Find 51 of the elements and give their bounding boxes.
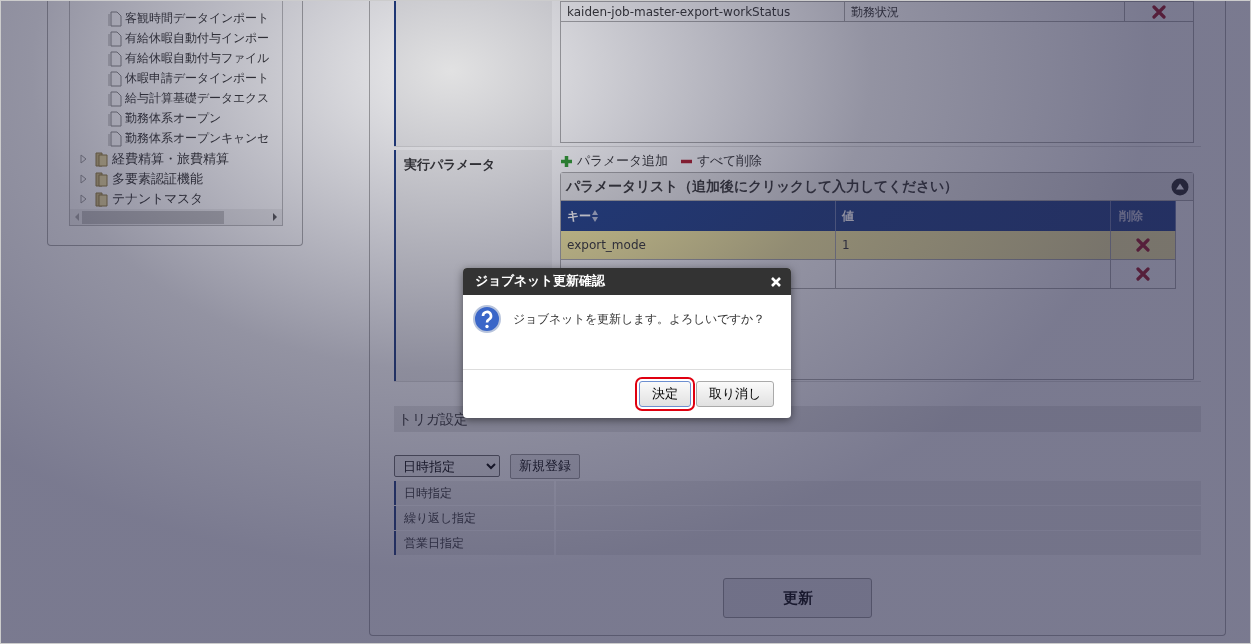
delete-icon[interactable] bbox=[1136, 238, 1150, 252]
tree-item[interactable]: 給与計算基礎データエクス bbox=[125, 90, 269, 108]
document-icon bbox=[108, 91, 122, 107]
plus-icon bbox=[560, 154, 573, 168]
field-label: 日時指定 bbox=[394, 480, 554, 505]
document-icon bbox=[108, 11, 122, 27]
expand-icon[interactable] bbox=[78, 174, 88, 184]
add-parameter-link[interactable]: パラメータ追加 bbox=[560, 151, 668, 171]
expand-icon[interactable] bbox=[78, 154, 88, 164]
table-cell: kaiden-job-master-export-workStatus bbox=[561, 2, 845, 21]
table-row[interactable]: export_mode 1 bbox=[561, 231, 1176, 260]
folder-icon bbox=[94, 191, 109, 207]
tree-item[interactable]: 有給休暇自動付与インポー bbox=[125, 30, 269, 48]
grid-title: パラメータリスト（追加後にクリックして入力してください） bbox=[566, 177, 958, 197]
tree-folder[interactable]: 経費精算・旅費精算 bbox=[112, 149, 229, 169]
delete-icon[interactable] bbox=[1136, 267, 1150, 281]
document-icon bbox=[108, 131, 122, 147]
document-icon bbox=[108, 71, 122, 87]
sort-icon bbox=[591, 209, 599, 223]
folder-icon bbox=[94, 151, 109, 167]
table-cell-text: export_mode bbox=[567, 237, 646, 254]
tree-item[interactable]: 勤務体系オープン bbox=[125, 110, 221, 128]
scroll-right-icon bbox=[272, 213, 278, 221]
question-icon bbox=[473, 305, 501, 333]
tree-item[interactable]: 客観時間データインポート bbox=[125, 10, 269, 28]
tree-folder[interactable]: テナントマスタ bbox=[112, 189, 203, 209]
horizontal-scrollbar[interactable] bbox=[70, 209, 282, 225]
field-label: 繰り返し指定 bbox=[394, 505, 554, 530]
field-label: 営業日指定 bbox=[394, 530, 554, 555]
document-icon bbox=[108, 111, 122, 127]
document-icon bbox=[108, 51, 122, 67]
trigger-type-select[interactable]: 日時指定 bbox=[394, 455, 500, 478]
tree-item[interactable]: 勤務体系オープンキャンセ bbox=[125, 130, 269, 148]
column-header[interactable]: キー bbox=[567, 207, 591, 225]
close-icon[interactable] bbox=[771, 276, 781, 287]
tree-item[interactable]: 有給休暇自動付与ファイル bbox=[125, 50, 269, 68]
column-header[interactable]: 値 bbox=[842, 207, 854, 225]
cancel-button[interactable]: 取り消し bbox=[696, 381, 774, 407]
expand-icon[interactable] bbox=[78, 194, 88, 204]
tree-item[interactable]: 休暇申請データインポート bbox=[125, 70, 269, 88]
folder-icon bbox=[94, 171, 109, 187]
new-register-button[interactable]: 新規登録 bbox=[510, 454, 580, 479]
update-button[interactable]: 更新 bbox=[723, 577, 872, 618]
delete-icon bbox=[1152, 4, 1166, 19]
delete-all-link[interactable]: すべて削除 bbox=[680, 151, 762, 171]
tree-folder[interactable]: 多要素認証機能 bbox=[112, 169, 203, 189]
table-cell: 勤務状況 bbox=[845, 2, 1125, 21]
document-icon bbox=[108, 31, 122, 47]
collapse-icon bbox=[1171, 177, 1189, 196]
table-cell-text: 1 bbox=[842, 237, 850, 254]
scroll-left-icon bbox=[74, 213, 80, 221]
